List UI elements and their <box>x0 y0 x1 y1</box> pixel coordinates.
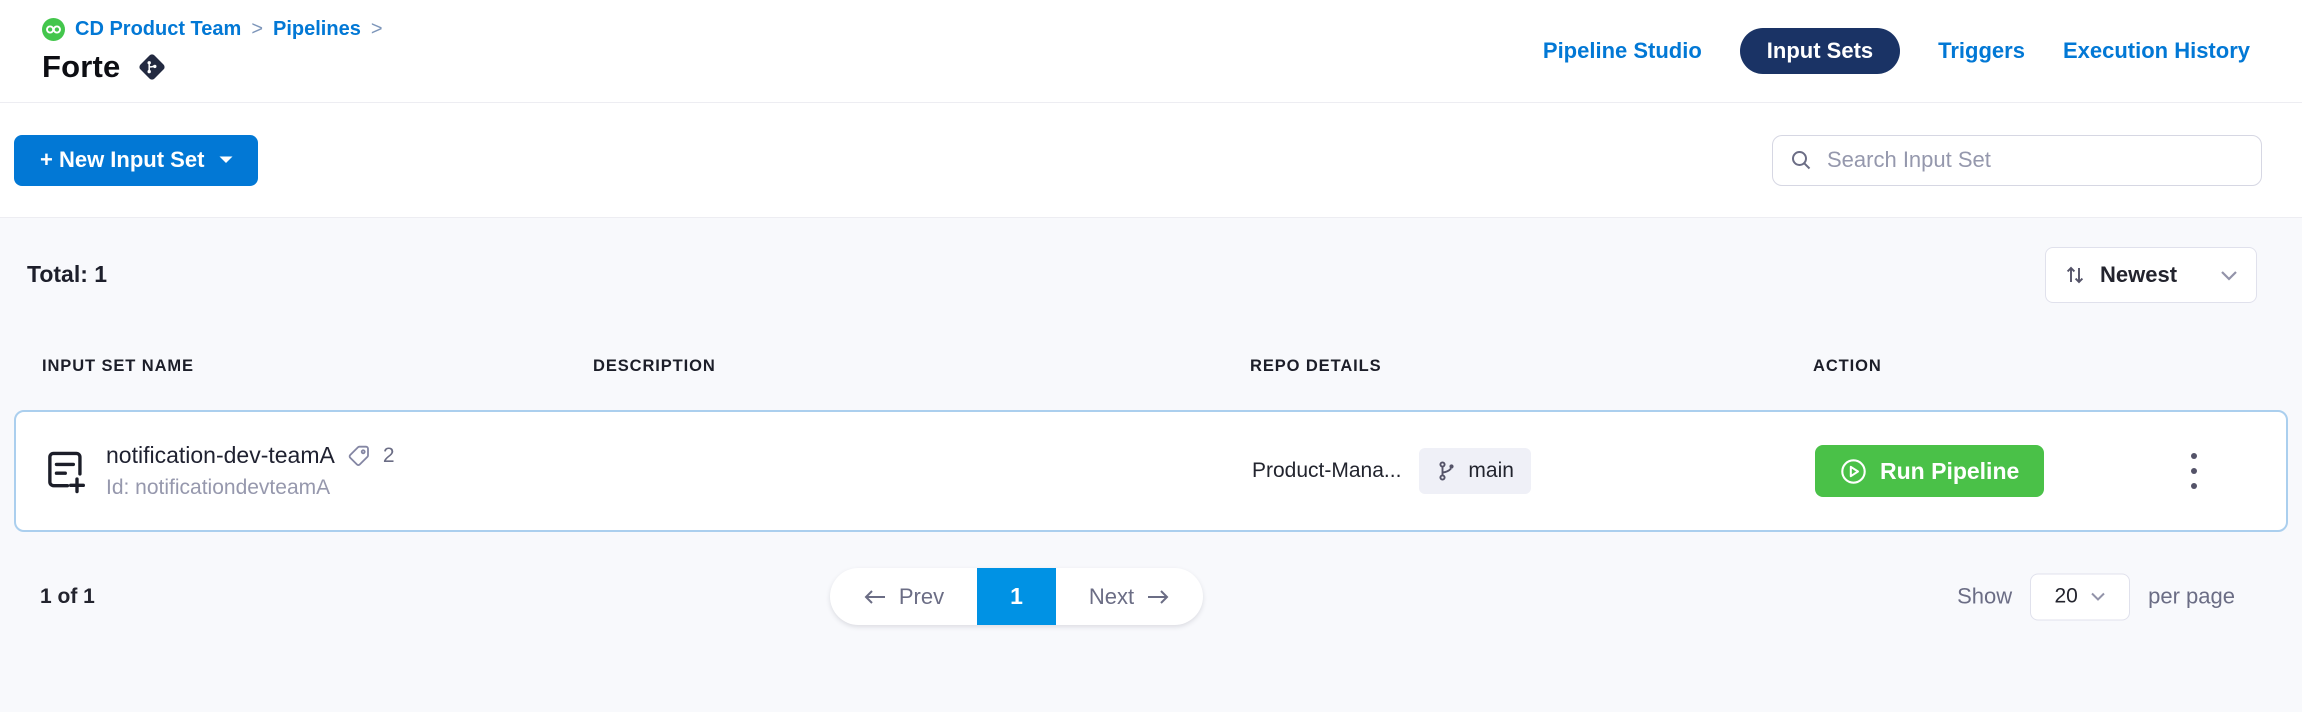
breadcrumb-separator: > <box>251 18 263 41</box>
search-icon <box>1789 148 1813 172</box>
input-sets-page: CD Product Team > Pipelines > Forte <box>0 0 2302 712</box>
caret-down-icon <box>218 155 234 165</box>
header-left: CD Product Team > Pipelines > Forte <box>42 18 383 85</box>
page-size-value: 20 <box>2054 585 2077 609</box>
arrow-left-icon <box>863 589 887 605</box>
tab-execution-history[interactable]: Execution History <box>2063 38 2250 64</box>
git-repo-icon <box>137 52 167 82</box>
run-pipeline-label: Run Pipeline <box>1880 458 2019 485</box>
prev-label: Prev <box>899 584 944 610</box>
page-header: CD Product Team > Pipelines > Forte <box>0 0 2302 103</box>
tab-input-sets[interactable]: Input Sets <box>1740 28 1900 74</box>
new-input-set-button[interactable]: + New Input Set <box>14 135 258 186</box>
tag-count: 2 <box>383 444 395 468</box>
row-name-line: notification-dev-teamA 2 <box>106 442 395 469</box>
search-box[interactable] <box>1772 135 2262 186</box>
breadcrumb-link-project[interactable]: CD Product Team <box>75 18 241 41</box>
pagination-pill: Prev 1 Next <box>830 568 1203 625</box>
branch-name: main <box>1468 459 1514 483</box>
next-label: Next <box>1089 584 1134 610</box>
search-input[interactable] <box>1827 147 2245 173</box>
repo-name: Product-Mana... <box>1252 459 1401 483</box>
tab-pipeline-studio[interactable]: Pipeline Studio <box>1543 38 1702 64</box>
page-number-active[interactable]: 1 <box>977 568 1056 625</box>
tag-icon <box>347 444 371 468</box>
sort-dropdown[interactable]: Newest <box>2045 247 2257 303</box>
breadcrumb: CD Product Team > Pipelines > <box>42 18 383 41</box>
column-header-action: ACTION <box>1813 357 2288 376</box>
sort-selected-value: Newest <box>2100 262 2206 288</box>
page-title: Forte <box>42 49 121 85</box>
sort-arrows-icon <box>2064 263 2086 287</box>
row-action-cell: Run Pipeline <box>1815 444 2286 498</box>
page-size-controls: Show 20 per page <box>1957 573 2235 620</box>
row-name-cell: notification-dev-teamA 2 Id: notificatio… <box>44 442 595 500</box>
page-size-select[interactable]: 20 <box>2030 573 2130 620</box>
arrow-right-icon <box>1146 589 1170 605</box>
input-set-id: Id: notificationdevteamA <box>106 476 395 500</box>
new-input-set-label: + New Input Set <box>40 147 204 173</box>
run-pipeline-button[interactable]: Run Pipeline <box>1815 445 2044 497</box>
pagination-summary: 1 of 1 <box>40 585 95 609</box>
pipeline-tabs: Pipeline Studio Input Sets Triggers Exec… <box>1543 28 2250 74</box>
list-body: Total: 1 Newest INPUT SET NAME DESCRIPTI… <box>0 218 2302 710</box>
chevron-down-icon <box>2220 270 2238 281</box>
breadcrumb-link-pipelines[interactable]: Pipelines <box>273 18 361 41</box>
cd-module-icon <box>42 18 65 41</box>
table-header-row: INPUT SET NAME DESCRIPTION REPO DETAILS … <box>14 357 2288 392</box>
input-set-row[interactable]: notification-dev-teamA 2 Id: notificatio… <box>14 410 2288 532</box>
input-set-icon <box>44 447 88 495</box>
next-page-button[interactable]: Next <box>1056 568 1203 625</box>
title-row: Forte <box>42 49 383 85</box>
row-menu-kebab-icon[interactable] <box>2184 444 2204 498</box>
total-row: Total: 1 Newest <box>0 218 2302 303</box>
show-label: Show <box>1957 584 2012 610</box>
row-name-lines: notification-dev-teamA 2 Id: notificatio… <box>106 442 395 500</box>
row-repo-cell: Product-Mana... main <box>1252 448 1815 494</box>
per-page-label: per page <box>2148 584 2235 610</box>
total-count-label: Total: 1 <box>27 247 107 288</box>
column-header-description: DESCRIPTION <box>593 357 1250 376</box>
prev-page-button[interactable]: Prev <box>830 568 977 625</box>
toolbar: + New Input Set <box>0 103 2302 218</box>
pagination-row: 1 of 1 Prev 1 Next <box>0 568 2302 625</box>
git-branch-icon <box>1436 460 1457 482</box>
breadcrumb-separator: > <box>371 18 383 41</box>
play-circle-icon <box>1840 458 1867 485</box>
input-set-name: notification-dev-teamA <box>106 442 335 469</box>
column-header-repo: REPO DETAILS <box>1250 357 1813 376</box>
column-header-name: INPUT SET NAME <box>42 357 593 376</box>
tab-triggers[interactable]: Triggers <box>1938 38 2025 64</box>
chevron-down-icon <box>2090 592 2106 602</box>
branch-chip: main <box>1419 448 1531 494</box>
